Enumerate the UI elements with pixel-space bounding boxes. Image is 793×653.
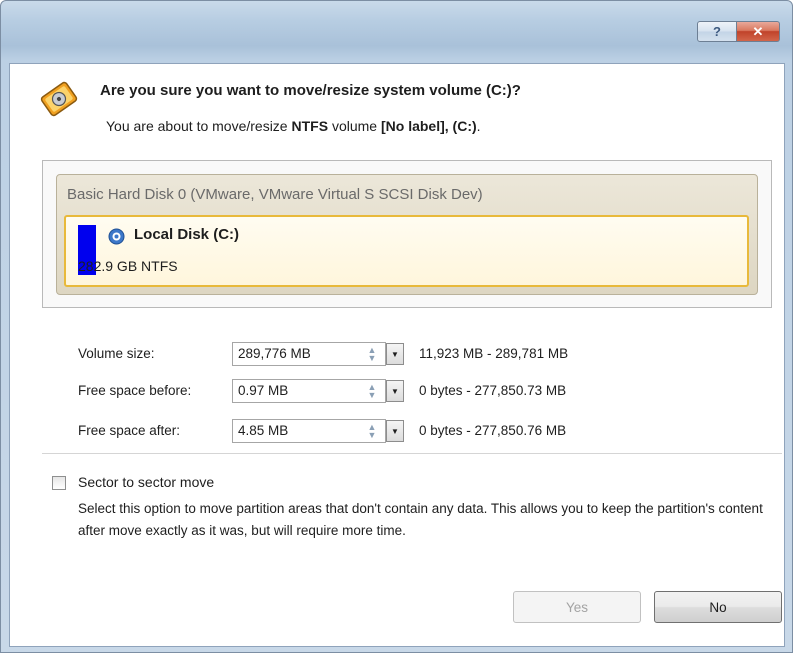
sector-to-sector-description: Select this option to move partition are… [78, 501, 763, 538]
chevron-down-icon: ▼ [391, 426, 399, 436]
volume-info-icon [108, 228, 125, 245]
confirm-subtitle: You are about to move/resize NTFS volume… [106, 118, 481, 134]
spinner-icon[interactable]: ▲ ▼ [365, 423, 379, 440]
help-icon: ? [713, 24, 721, 39]
sector-to-sector-checkbox[interactable] [52, 476, 66, 490]
title-bar: ? ✕ [1, 1, 792, 63]
free-space-after-label: Free space after: [78, 423, 181, 438]
free-space-before-unit-dropdown[interactable]: ▼ [386, 380, 404, 402]
chevron-down-icon: ▼ [391, 349, 399, 359]
volume-size-unit-dropdown[interactable]: ▼ [386, 343, 404, 365]
free-space-before-row: Free space before: 0.97 MB ▲ ▼ ▼ 0 bytes … [78, 379, 758, 403]
free-space-before-range: 0 bytes - 277,850.73 MB [419, 383, 567, 398]
spinner-icon[interactable]: ▲ ▼ [365, 346, 379, 363]
sector-to-sector-label[interactable]: Sector to sector move [78, 474, 214, 490]
section-divider [42, 453, 782, 454]
free-space-after-input[interactable]: 4.85 MB ▲ ▼ [232, 419, 386, 443]
help-button[interactable]: ? [697, 21, 737, 42]
disk-map-frame: Basic Hard Disk 0 (VMware, VMware Virtua… [42, 160, 772, 308]
close-button[interactable]: ✕ [737, 21, 780, 42]
no-button[interactable]: No [654, 591, 782, 623]
free-space-after-unit-dropdown[interactable]: ▼ [386, 420, 404, 442]
volume-size-input[interactable]: 289,776 MB ▲ ▼ [232, 342, 386, 366]
disk-panel: Basic Hard Disk 0 (VMware, VMware Virtua… [56, 174, 758, 295]
yes-button[interactable]: Yes [513, 591, 641, 623]
volume-details: 282.9 GB NTFS [78, 258, 178, 274]
volume-block-c[interactable]: Local Disk (C:) 282.9 GB NTFS [64, 215, 749, 287]
volume-size-range: 11,923 MB - 289,781 MB [419, 346, 569, 361]
spinner-icon[interactable]: ▲ ▼ [365, 383, 379, 400]
volume-name: Local Disk (C:) [134, 226, 240, 243]
free-space-after-row: Free space after: 4.85 MB ▲ ▼ ▼ 0 bytes -… [78, 419, 758, 443]
disk-move-icon [40, 81, 78, 117]
close-icon: ✕ [752, 23, 764, 39]
confirm-question: Are you sure you want to move/resize sys… [100, 82, 521, 99]
disk-title: Basic Hard Disk 0 (VMware, VMware Virtua… [67, 186, 483, 203]
dialog-content: Are you sure you want to move/resize sys… [9, 63, 785, 647]
dialog-window: ? ✕ Are you sure you want to move/resize… [0, 0, 793, 653]
free-space-before-input[interactable]: 0.97 MB ▲ ▼ [232, 379, 386, 403]
title-buttons: ? ✕ [697, 21, 780, 42]
volume-size-row: Volume size: 289,776 MB ▲ ▼ ▼ 11,923 MB -… [78, 342, 758, 366]
free-space-before-label: Free space before: [78, 383, 192, 398]
chevron-down-icon: ▼ [391, 386, 399, 396]
volume-size-label: Volume size: [78, 346, 155, 361]
free-space-after-range: 0 bytes - 277,850.76 MB [419, 423, 567, 438]
